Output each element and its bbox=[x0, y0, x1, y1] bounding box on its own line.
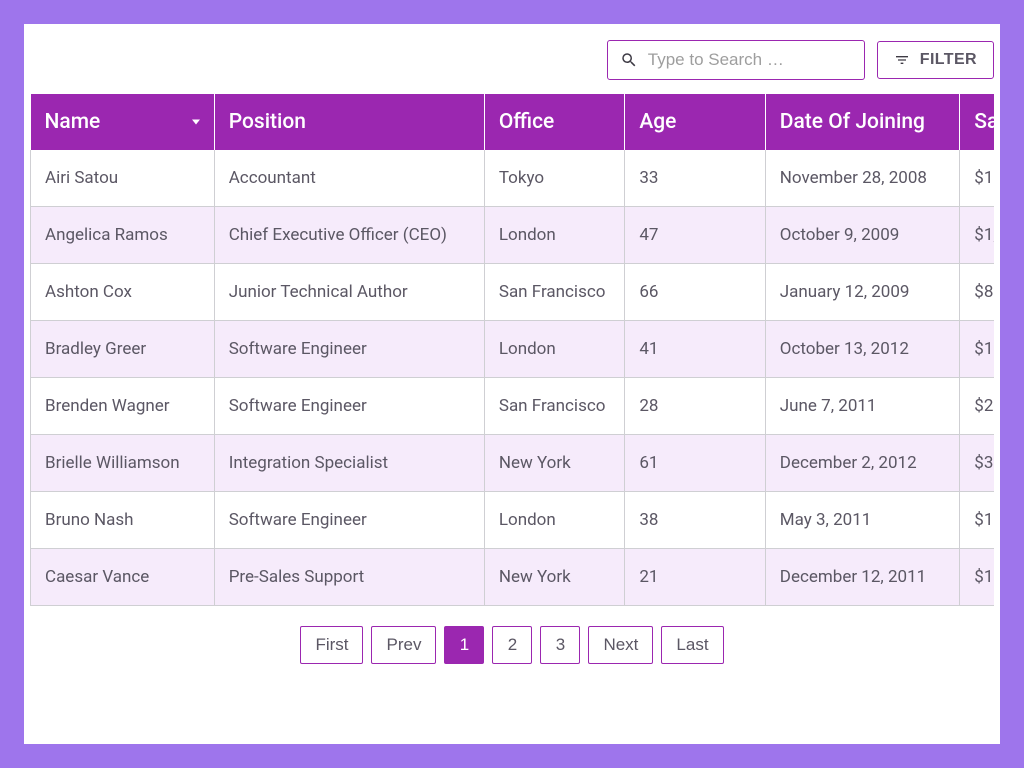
table-row[interactable]: Ashton Cox Junior Technical Author San F… bbox=[31, 264, 995, 321]
table-row[interactable]: Bruno Nash Software Engineer London 38 M… bbox=[31, 492, 995, 549]
page-number-button[interactable]: 1 bbox=[444, 626, 484, 664]
cell-date: May 3, 2011 bbox=[765, 492, 960, 549]
column-header-label: Name bbox=[45, 110, 101, 134]
column-header-office[interactable]: Office bbox=[484, 94, 624, 150]
cell-office: Tokyo bbox=[484, 150, 624, 207]
cell-age: 47 bbox=[625, 207, 765, 264]
cell-name: Bruno Nash bbox=[31, 492, 215, 549]
cell-name: Ashton Cox bbox=[31, 264, 215, 321]
cell-name: Angelica Ramos bbox=[31, 207, 215, 264]
column-header-label: Position bbox=[229, 110, 306, 134]
column-header-name[interactable]: Name bbox=[31, 94, 215, 150]
cell-date: December 12, 2011 bbox=[765, 549, 960, 606]
cell-age: 38 bbox=[625, 492, 765, 549]
column-header-date[interactable]: Date Of Joining bbox=[765, 94, 960, 150]
page-number-button[interactable]: 3 bbox=[540, 626, 580, 664]
cell-position: Software Engineer bbox=[214, 321, 484, 378]
cell-salary: $163,500 bbox=[960, 492, 994, 549]
cell-position: Integration Specialist bbox=[214, 435, 484, 492]
cell-name: Airi Satou bbox=[31, 150, 215, 207]
cell-date: October 13, 2012 bbox=[765, 321, 960, 378]
toolbar: FILTER bbox=[24, 40, 1000, 94]
cell-date: January 12, 2009 bbox=[765, 264, 960, 321]
table-body: Airi Satou Accountant Tokyo 33 November … bbox=[31, 150, 995, 606]
cell-position: Software Engineer bbox=[214, 492, 484, 549]
cell-position: Pre-Sales Support bbox=[214, 549, 484, 606]
table-scroll-region[interactable]: Name Position Office Age Date Of Joining… bbox=[30, 94, 994, 606]
cell-office: London bbox=[484, 207, 624, 264]
cell-name: Brielle Williamson bbox=[31, 435, 215, 492]
sort-desc-icon bbox=[192, 120, 200, 125]
cell-age: 33 bbox=[625, 150, 765, 207]
search-input[interactable] bbox=[646, 49, 852, 71]
cell-age: 21 bbox=[625, 549, 765, 606]
table-row[interactable]: Caesar Vance Pre-Sales Support New York … bbox=[31, 549, 995, 606]
table-row[interactable]: Brielle Williamson Integration Specialis… bbox=[31, 435, 995, 492]
table-row[interactable]: Angelica Ramos Chief Executive Officer (… bbox=[31, 207, 995, 264]
cell-office: San Francisco bbox=[484, 378, 624, 435]
cell-salary: $106,450 bbox=[960, 549, 994, 606]
cell-position: Software Engineer bbox=[214, 378, 484, 435]
search-field-wrapper[interactable] bbox=[607, 40, 865, 80]
cell-age: 28 bbox=[625, 378, 765, 435]
cell-office: London bbox=[484, 321, 624, 378]
cell-salary: $162,700 bbox=[960, 150, 994, 207]
cell-name: Caesar Vance bbox=[31, 549, 215, 606]
column-header-label: Office bbox=[499, 110, 554, 134]
filter-icon bbox=[894, 52, 910, 68]
page-last-button[interactable]: Last bbox=[661, 626, 723, 664]
search-icon bbox=[620, 51, 638, 69]
cell-age: 41 bbox=[625, 321, 765, 378]
column-header-label: Salary bbox=[974, 110, 994, 134]
cell-salary: $86,000 bbox=[960, 264, 994, 321]
pagination: First Prev 1 2 3 Next Last bbox=[24, 606, 1000, 664]
page-number-button[interactable]: 2 bbox=[492, 626, 532, 664]
page-next-button[interactable]: Next bbox=[588, 626, 653, 664]
cell-salary: $206,850 bbox=[960, 378, 994, 435]
table-row[interactable]: Airi Satou Accountant Tokyo 33 November … bbox=[31, 150, 995, 207]
cell-date: December 2, 2012 bbox=[765, 435, 960, 492]
cell-name: Bradley Greer bbox=[31, 321, 215, 378]
page-prev-button[interactable]: Prev bbox=[371, 626, 436, 664]
column-header-age[interactable]: Age bbox=[625, 94, 765, 150]
cell-office: London bbox=[484, 492, 624, 549]
cell-date: June 7, 2011 bbox=[765, 378, 960, 435]
cell-date: November 28, 2008 bbox=[765, 150, 960, 207]
data-table: Name Position Office Age Date Of Joining… bbox=[30, 94, 994, 606]
cell-name: Brenden Wagner bbox=[31, 378, 215, 435]
cell-salary: $1,200,000 bbox=[960, 207, 994, 264]
column-header-salary[interactable]: Salary bbox=[960, 94, 994, 150]
cell-position: Accountant bbox=[214, 150, 484, 207]
column-header-label: Age bbox=[639, 110, 676, 134]
column-header-label: Date Of Joining bbox=[780, 110, 925, 134]
filter-button[interactable]: FILTER bbox=[877, 41, 994, 79]
table-row[interactable]: Brenden Wagner Software Engineer San Fra… bbox=[31, 378, 995, 435]
cell-salary: $132,000 bbox=[960, 321, 994, 378]
cell-position: Chief Executive Officer (CEO) bbox=[214, 207, 484, 264]
table-header-row: Name Position Office Age Date Of Joining… bbox=[31, 94, 995, 150]
cell-age: 61 bbox=[625, 435, 765, 492]
cell-salary: $372,000 bbox=[960, 435, 994, 492]
cell-date: October 9, 2009 bbox=[765, 207, 960, 264]
cell-office: San Francisco bbox=[484, 264, 624, 321]
cell-age: 66 bbox=[625, 264, 765, 321]
data-table-panel: FILTER Name Position Office Age Date Of … bbox=[24, 24, 1000, 744]
table-row[interactable]: Bradley Greer Software Engineer London 4… bbox=[31, 321, 995, 378]
column-header-position[interactable]: Position bbox=[214, 94, 484, 150]
cell-office: New York bbox=[484, 435, 624, 492]
cell-office: New York bbox=[484, 549, 624, 606]
filter-button-label: FILTER bbox=[920, 51, 977, 69]
page-first-button[interactable]: First bbox=[300, 626, 363, 664]
cell-position: Junior Technical Author bbox=[214, 264, 484, 321]
